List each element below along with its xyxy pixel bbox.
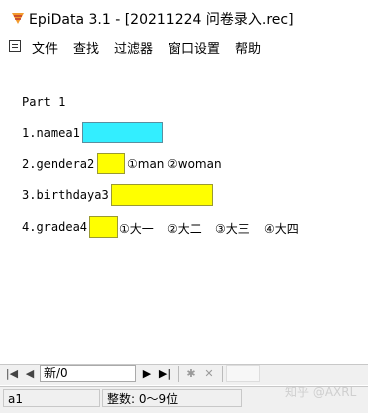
gender-input[interactable] [97,153,125,174]
status-field-info: 整数: 0～9位 [102,389,242,407]
window-title: EpiData 3.1 - [20211224 问卷录入.rec] [29,12,294,28]
new-record-icon[interactable]: ✱ [183,366,199,382]
delete-record-icon[interactable]: ✕ [201,366,217,382]
menu-filter[interactable]: 过滤器 [114,38,153,57]
field-label-gender: 2.gendera2 [22,157,95,171]
previous-record-icon[interactable]: ◀ [22,366,38,382]
gender-option-man: ①man [127,157,165,171]
grade-option-4: ④大四 [264,222,299,236]
navigator-spacer [226,365,260,382]
gender-option-woman: ②woman [167,157,222,171]
title-bar: EpiData 3.1 - [20211224 问卷录入.rec] [0,0,368,34]
record-number-field[interactable]: 新/0 [40,365,136,382]
grade-option-2: ②大二 [167,222,202,236]
navigator-separator [178,366,179,382]
grade-option-1: ①大一 [119,222,154,236]
menu-find[interactable]: 查找 [73,38,99,57]
field-label-name: 1.namea1 [22,126,80,140]
name-input[interactable] [82,122,163,143]
field-label-grade: 4.gradea4 [22,220,88,234]
field-label-birthday: 3.birthdaya3 [22,188,109,202]
menu-file[interactable]: 文件 [32,38,58,57]
navigator-separator [222,366,223,382]
grade-option-3: ③大三 [215,222,250,236]
birthday-input[interactable] [111,184,213,206]
menu-window-settings[interactable]: 窗口设置 [168,38,220,57]
watermark: 知乎 @AXRL [285,385,357,399]
system-menu-icon[interactable] [9,40,21,52]
last-record-icon[interactable]: ▶| [157,366,173,382]
first-record-icon[interactable]: |◀ [4,366,20,382]
menu-help[interactable]: 帮助 [235,38,261,57]
section-heading: Part 1 [22,95,66,109]
grade-input[interactable] [89,216,118,238]
next-record-icon[interactable]: ▶ [139,366,155,382]
epidata-app-icon [12,13,24,24]
status-field-name: a1 [3,389,100,407]
